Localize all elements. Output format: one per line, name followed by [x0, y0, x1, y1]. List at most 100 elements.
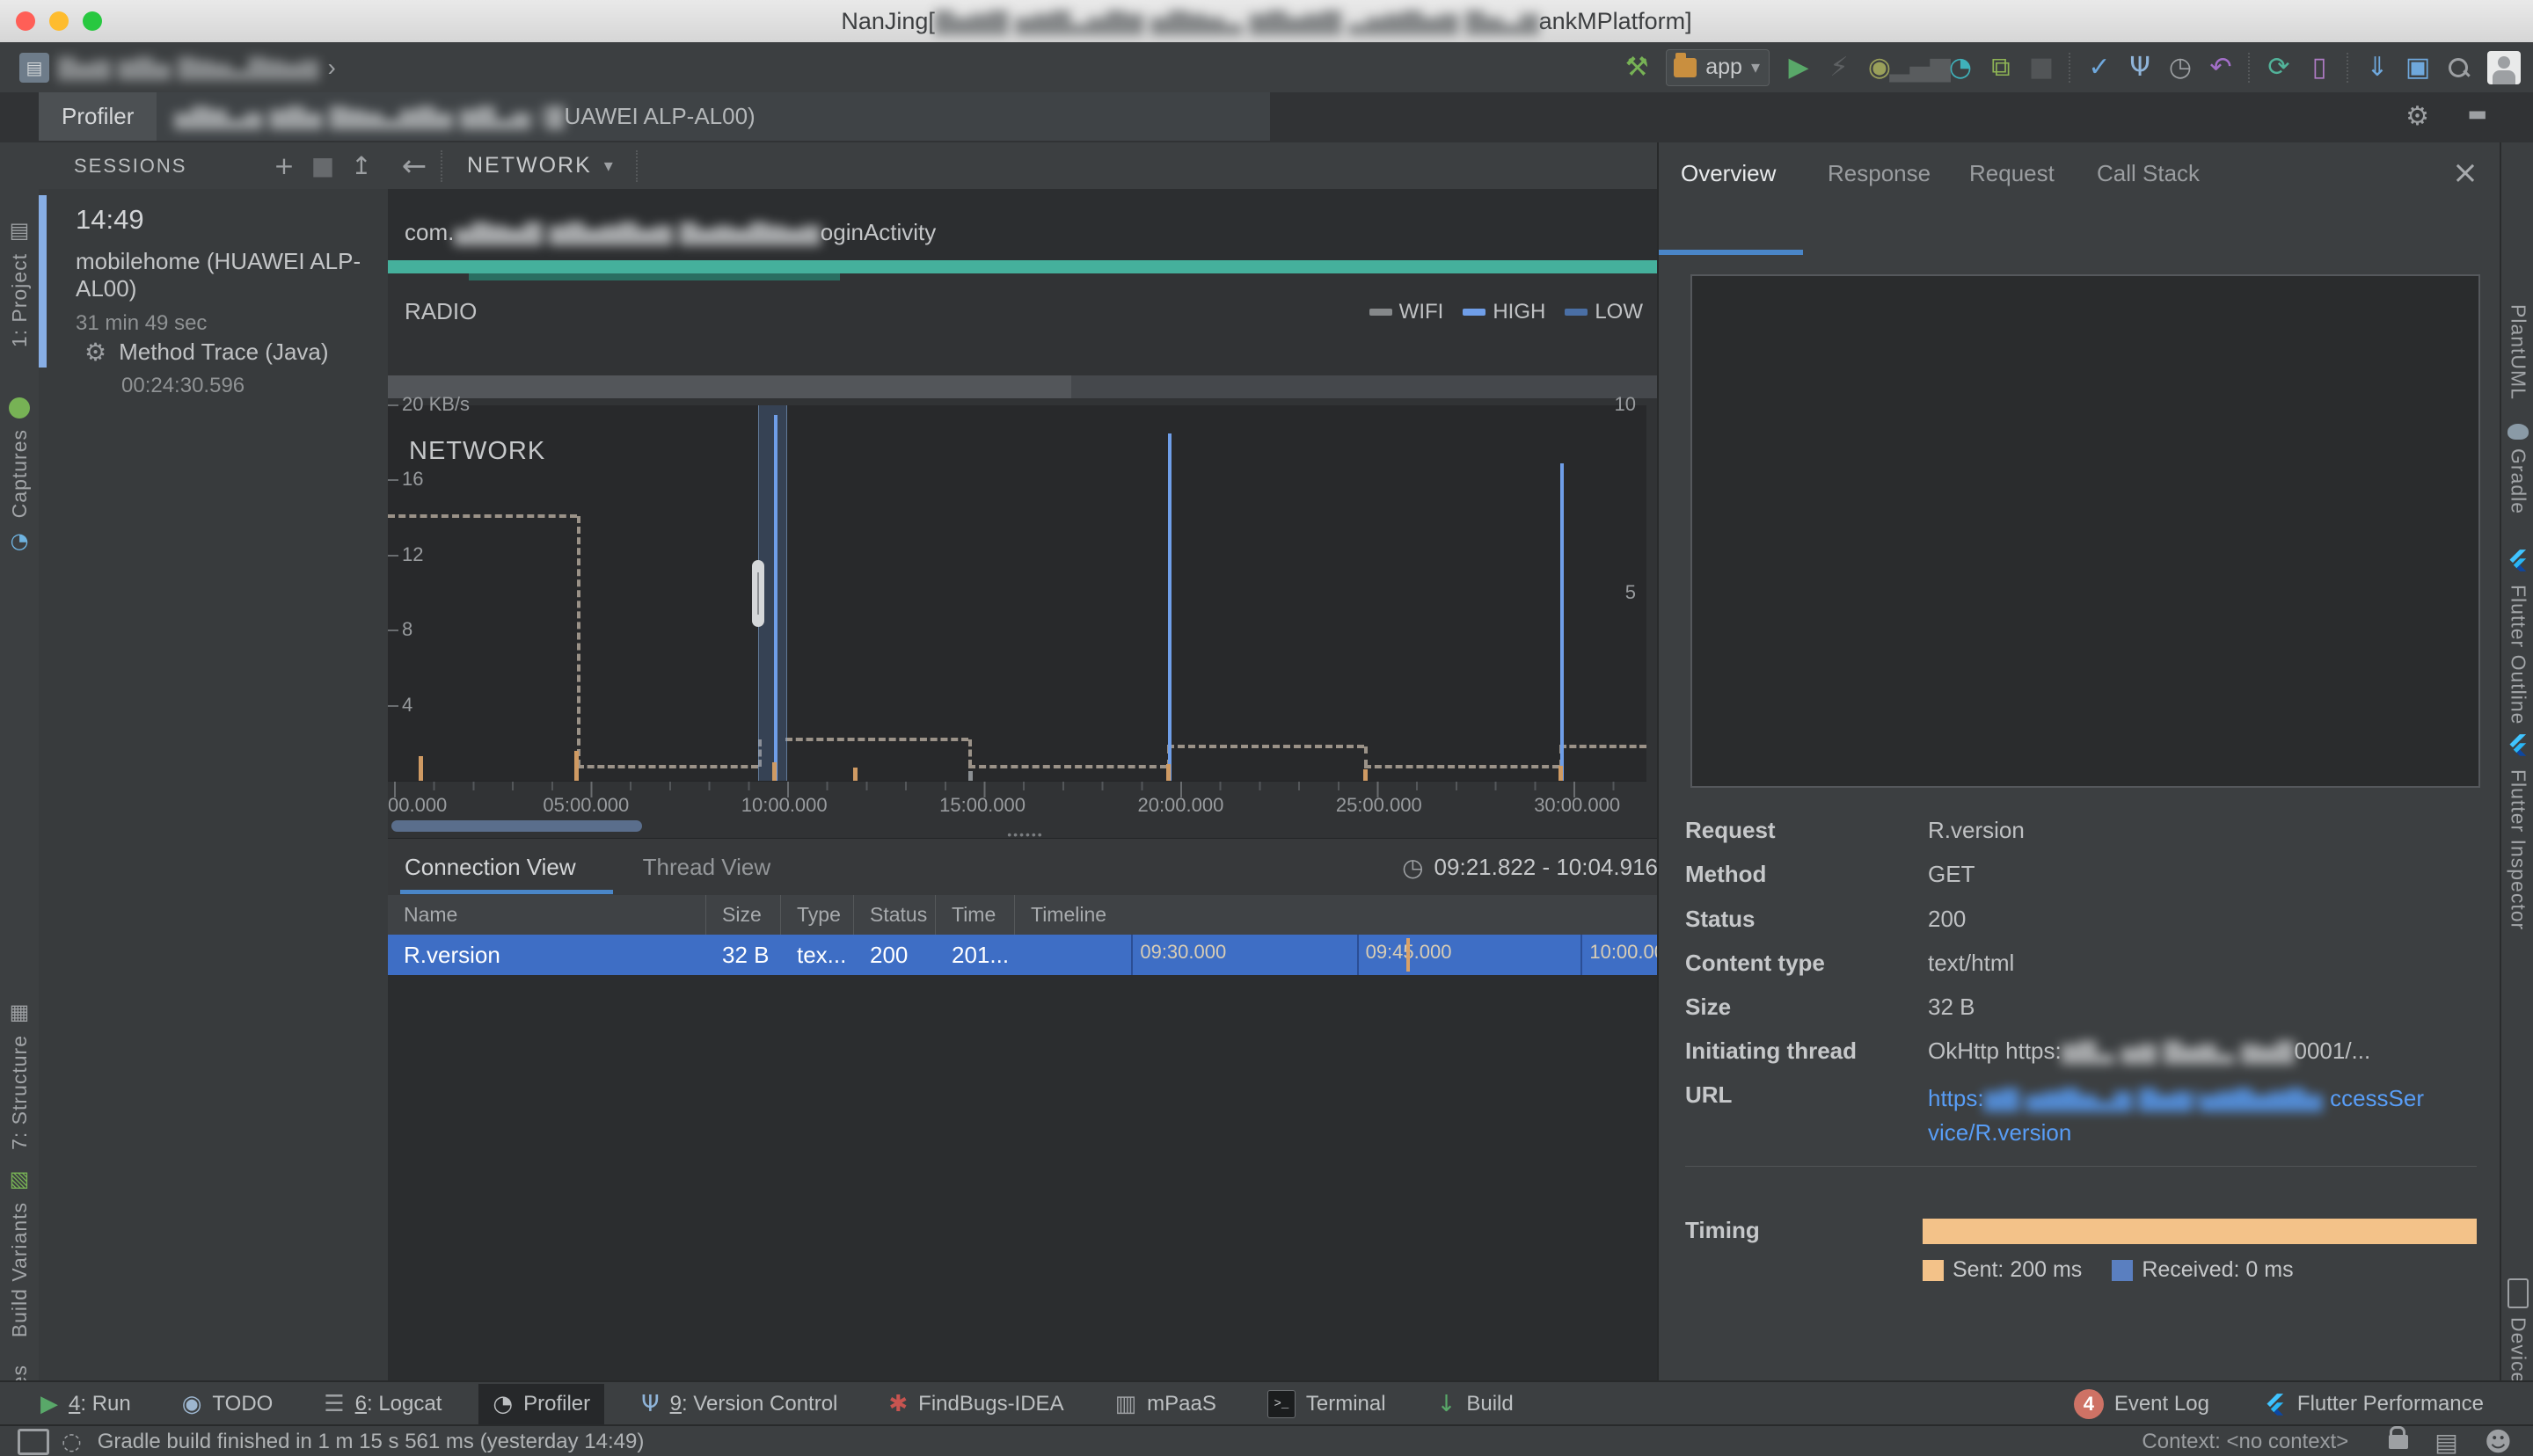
project-structure-icon[interactable]: ▣ [2398, 48, 2438, 87]
build-hammer-icon[interactable]: ⚒ [1617, 48, 1657, 87]
sdk-manager-icon[interactable]: ⇓ [2357, 48, 2398, 87]
gear-icon[interactable]: ⚙ [2405, 101, 2429, 132]
field-label-status: Status [1685, 906, 1755, 933]
project-breadcrumb[interactable]: ▇▅▆ ▆▇▅ ▇▆▅▃▇▆▅▆ [58, 55, 318, 81]
x-tick-label: 10:00.000 [741, 794, 828, 817]
toolwindow-logcat-icon: ☰ [324, 1391, 344, 1417]
tab-response[interactable]: Response [1828, 160, 1931, 187]
recent-changes-icon[interactable]: ◷ [2160, 48, 2201, 87]
connection-tab-list: Connection View Thread View [405, 854, 837, 881]
radio-state-line [388, 514, 577, 518]
import-session-icon[interactable]: ↥ [342, 151, 381, 180]
selection-handle[interactable] [752, 560, 764, 627]
timing-legend: Sent: 200 ms Received: 0 ms [1923, 1257, 2294, 1283]
gear-icon: ⚙ [84, 338, 106, 367]
event-log-badge: 4 [2074, 1389, 2104, 1419]
toolwindow-profiler[interactable]: ◔Profiler [478, 1384, 604, 1424]
avatar-icon[interactable] [2487, 51, 2521, 84]
gradle-sync-icon[interactable]: ⟳ [2259, 48, 2299, 87]
search-everywhere-icon[interactable] [2447, 56, 2470, 79]
url-link[interactable]: https:▆▇.▅▆▇▅▃▆.▇▅▆/▅▆▇▅▆▇▅ ccessService… [1928, 1081, 2426, 1149]
left-tool-strip: ▤1: Project Captures◔ ▦7: Structure ▧Build … [0, 142, 40, 1380]
tool-tab-captures[interactable]: Captures◔ [0, 397, 39, 553]
toolwindow-flutter-performance[interactable]: Flutter Performance [2250, 1384, 2498, 1424]
column-header-type[interactable]: Type [781, 895, 854, 935]
stop-session-icon[interactable]: ■ [303, 151, 342, 180]
connection-row[interactable]: R.version 32 B tex... 200 201... 09:30.0… [388, 935, 1657, 975]
window-title: NanJing[▇▅▆▇ ▅▆▇▃▅▇▆ ▅▇▆▅▃ ▆▇▅▆▇ ▃▅▆▇▅▆ … [0, 0, 2533, 43]
method-trace-label: Method Trace (Java) [119, 339, 328, 366]
column-header-time[interactable]: Time [936, 895, 1015, 935]
tool-tab-flutter-outline[interactable]: Flutter Outline [2501, 549, 2533, 724]
toolwindow-todo[interactable]: ◉TODO [168, 1384, 288, 1424]
tool-tab-plantuml[interactable]: PlantUML [2501, 304, 2533, 400]
vcs-commit-icon[interactable]: Ψ [2120, 48, 2160, 87]
run-configuration-select[interactable]: app ▾ [1666, 49, 1770, 86]
stage-select[interactable]: NETWORK ▾ [444, 153, 636, 178]
toolwindow-mpaas[interactable]: ▥mPaaS [1101, 1384, 1230, 1424]
sessions-header: SESSIONS + ■ ↥ [39, 142, 388, 189]
background-tasks-icon[interactable]: ◌ [62, 1429, 82, 1455]
toolwindow-toggle-icon[interactable] [18, 1429, 49, 1455]
tool-tab-build-variants-icon: ▧ [10, 1167, 30, 1191]
session-entry[interactable]: 14:49 mobilehome (HUAWEI ALP-AL00) 31 mi… [76, 204, 388, 336]
connections-table-header: NameSizeTypeStatusTimeTimeline [388, 895, 1657, 935]
profiler-tab-label[interactable]: Profiler [39, 92, 157, 141]
avd-manager-icon[interactable]: ▯ [2299, 48, 2340, 87]
close-icon[interactable]: × [2452, 155, 2478, 191]
column-header-timeline[interactable]: Timeline [1015, 895, 1657, 935]
run-on-device-icon[interactable]: ⧉ [1981, 48, 2021, 87]
close-traffic-light[interactable] [16, 11, 35, 31]
profile-icon[interactable]: ▂▄▆ [1900, 48, 1940, 87]
tool-tab-project[interactable]: ▤1: Project [0, 218, 39, 347]
tool-tab-structure[interactable]: ▦7: Structure [0, 1000, 39, 1150]
toolwindow-version-control[interactable]: Ψ9: Version Control [627, 1384, 851, 1424]
legend-label: WIFI [1399, 300, 1444, 324]
toolwindow-run-icon: ▶ [40, 1391, 58, 1417]
column-header-name[interactable]: Name [388, 895, 706, 935]
toolwindow-event-log[interactable]: 4Event Log [2060, 1384, 2223, 1424]
tool-tab-project-label: 1: Project [8, 253, 32, 347]
tool-tab-flutter-inspector[interactable]: Flutter Inspector [2501, 733, 2533, 930]
activity-lifetime-bar [388, 260, 1657, 273]
toolwindow-run[interactable]: ▶4: Run [26, 1384, 145, 1424]
y-tick-label: 4 [402, 694, 412, 717]
toolwindow-findbugs[interactable]: ✱FindBugs-IDEA [874, 1384, 1077, 1424]
update-project-icon[interactable]: ✓ [2079, 48, 2120, 87]
network-traffic-chart[interactable]: NETWORK 20 KB/s161284105 [388, 405, 1646, 781]
toolwindow-mpaas-icon: ▥ [1115, 1391, 1137, 1417]
apply-changes-icon[interactable]: ⚡ [1819, 48, 1859, 87]
tab-connection-view[interactable]: Connection View [405, 854, 576, 881]
hector-inspector-icon[interactable]: ☻ [2485, 1427, 2512, 1456]
tab-overview[interactable]: Overview [1681, 160, 1776, 187]
tab-call-stack[interactable]: Call Stack [2097, 160, 2200, 187]
tool-tab-build-variants[interactable]: ▧Build Variants [0, 1167, 39, 1337]
zoom-traffic-light[interactable] [83, 11, 102, 31]
tool-window-bar: ▶4: Run ◉TODO ☰6: Logcat ◔Profiler Ψ9: Versi… [0, 1380, 2533, 1426]
timeline-scrollbar[interactable] [391, 820, 642, 832]
tab-request[interactable]: Request [1969, 160, 2055, 187]
tab-thread-view[interactable]: Thread View [643, 854, 771, 881]
method-trace-entry[interactable]: ⚙ Method Trace (Java) 00:24:30.596 [84, 338, 329, 398]
add-session-icon[interactable]: + [265, 151, 303, 180]
field-value-request: R.version [1928, 817, 2025, 844]
column-header-size[interactable]: Size [706, 895, 781, 935]
sessions-title: SESSIONS [74, 155, 186, 178]
column-header-status[interactable]: Status [854, 895, 936, 935]
toolwindow-build[interactable]: ↓Build [1423, 1384, 1528, 1424]
toolwindow-logcat[interactable]: ☰6: Logcat [310, 1384, 456, 1424]
hide-toolwindow-icon[interactable]: ▬ [2467, 101, 2487, 126]
rollback-icon[interactable]: ↶ [2201, 48, 2241, 87]
received-spike [1560, 463, 1564, 781]
tool-tab-gradle[interactable]: Gradle [2501, 424, 2533, 514]
stop-icon[interactable]: ■ [2021, 48, 2062, 87]
row-timeline: 09:30.00009:45.00010:00.00 [1015, 935, 1657, 975]
profiler-session-tab[interactable]: Profiler ▅▇▆▃▅ ▆▇▅ ▇▆▅▃▆▇▅ ▆▇▃▅ (▇UAWEI … [39, 92, 1270, 141]
minimize-traffic-light[interactable] [49, 11, 69, 31]
run-icon[interactable]: ▶ [1778, 48, 1819, 87]
toolwindow-terminal[interactable]: >_Terminal [1253, 1384, 1400, 1424]
back-arrow-icon[interactable]: ← [388, 149, 441, 184]
lock-icon[interactable] [2389, 1435, 2408, 1449]
session-device: mobilehome (HUAWEI ALP-AL00) [76, 248, 388, 302]
memory-indicator-icon[interactable]: ▤ [2434, 1428, 2457, 1456]
